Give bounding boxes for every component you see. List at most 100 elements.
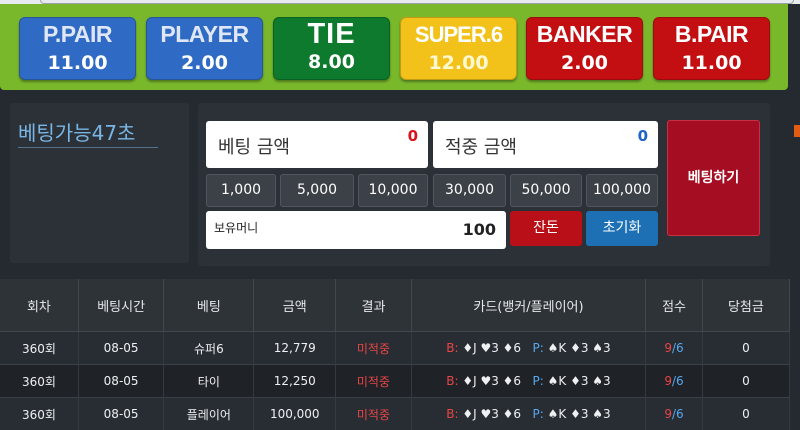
cell-prize: 0 [702,398,789,430]
bet-amount-field[interactable]: 베팅 금액 0 [206,121,428,168]
banker-cards: ♦J ♥3 ♦6 [462,374,521,388]
bet-button-player[interactable]: PLAYER 2.00 [146,17,263,80]
cell-amount: 12,250 [254,365,336,398]
cell-prize: 0 [702,365,789,398]
player-label: P: [533,407,544,421]
banker-cards: ♦J ♥3 ♦6 [462,407,521,421]
result-text: 미적중 [357,375,390,389]
win-amount-field: 적중 금액 0 [433,121,658,168]
cell-score: 9/6 [646,398,703,430]
bet-button-name: B.PAIR [653,23,770,46]
score-player: 6 [676,374,684,388]
chip-30000[interactable]: 30,000 [433,174,506,207]
cell-round: 360회 [0,332,78,365]
timer-panel: 베팅가능47초 [10,103,189,263]
cell-score: 9/6 [646,365,703,398]
betting-timer: 베팅가능47초 [18,117,135,146]
bet-history-table: 회차 베팅시간 베팅 금액 결과 카드(뱅커/플레이어) 점수 당첨금 360회… [0,279,790,430]
cell-amount: 12,779 [254,332,336,365]
bet-option-strip: P.PAIR 11.00 PLAYER 2.00 TIE 8.00 SUPER.… [0,4,788,90]
chip-50000[interactable]: 50,000 [510,174,582,207]
col-bet-time: 베팅시간 [78,279,163,332]
cell-time: 08-05 [78,398,163,430]
result-text: 미적중 [357,342,390,356]
score-banker: 9 [664,341,672,355]
bet-button-odds: 12.00 [400,54,517,73]
cell-cards: B: ♦J ♥3 ♦6 P: ♠K ♦3 ♠3 [411,365,645,398]
bet-amount-value: 0 [408,127,418,145]
chip-10000[interactable]: 10,000 [358,174,428,207]
cell-round: 360회 [0,398,78,430]
win-amount-value: 0 [638,127,648,145]
bet-button-banker-pair[interactable]: B.PAIR 11.00 [653,17,770,80]
result-text: 미적중 [357,408,390,422]
player-cards: ♠K ♦3 ♠3 [548,341,611,355]
col-result: 결과 [336,279,412,332]
bet-button-name: TIE [273,20,390,49]
balance-label: 보유머니 [214,219,258,236]
bet-button-odds: 11.00 [19,54,136,73]
cell-bet: 슈퍼6 [164,332,254,365]
bet-button-odds: 2.00 [146,54,263,73]
cell-cards: B: ♦J ♥3 ♦6 P: ♠K ♦3 ♠3 [411,332,645,365]
banker-cards: ♦J ♥3 ♦6 [462,341,521,355]
col-cards: 카드(뱅커/플레이어) [411,279,645,332]
banker-label: B: [446,374,458,388]
place-bet-button[interactable]: 베팅하기 [667,120,760,236]
bet-amount-label: 베팅 금액 [218,133,290,159]
cell-bet: 플레이어 [164,398,254,430]
score-banker: 9 [664,407,672,421]
bet-button-odds: 2.00 [526,54,643,73]
cell-round: 360회 [0,365,78,398]
bet-button-banker[interactable]: BANKER 2.00 [526,17,643,80]
chip-100000[interactable]: 100,000 [586,174,658,207]
table-header-row: 회차 베팅시간 베팅 금액 결과 카드(뱅커/플레이어) 점수 당첨금 [0,279,790,332]
timer-underline [18,147,158,148]
player-cards: ♠K ♦3 ♠3 [548,407,611,421]
cell-amount: 100,000 [254,398,336,430]
col-round: 회차 [0,279,78,332]
player-label: P: [533,374,544,388]
bet-button-super6[interactable]: SUPER.6 12.00 [400,17,517,80]
bet-button-name: PLAYER [146,23,263,46]
cell-result: 미적중 [336,365,412,398]
player-cards: ♠K ♦3 ♠3 [548,374,611,388]
balance-field: 보유머니 100 [206,211,506,249]
cell-result: 미적중 [336,332,412,365]
col-score: 점수 [646,279,703,332]
table-row: 360회 08-05 슈퍼6 12,779 미적중 B: ♦J ♥3 ♦6 P:… [0,332,790,365]
table-row: 360회 08-05 플레이어 100,000 미적중 B: ♦J ♥3 ♦6 … [0,398,790,430]
cell-result: 미적중 [336,398,412,430]
bet-button-tie[interactable]: TIE 8.00 [273,17,390,80]
cell-prize: 0 [702,332,789,365]
table-row: 360회 08-05 타이 12,250 미적중 B: ♦J ♥3 ♦6 P: … [0,365,790,398]
bet-control-panel: 베팅 금액 0 적중 금액 0 1,000 5,000 10,000 30,00… [198,103,770,266]
cell-cards: B: ♦J ♥3 ♦6 P: ♠K ♦3 ♠3 [411,398,645,430]
score-banker: 9 [664,374,672,388]
cell-time: 08-05 [78,332,163,365]
chip-1000[interactable]: 1,000 [206,174,276,207]
orange-marker [794,125,800,137]
col-amount: 금액 [254,279,336,332]
balance-value: 100 [463,220,496,239]
score-player: 6 [676,341,684,355]
cell-score: 9/6 [646,332,703,365]
banker-label: B: [446,407,458,421]
bet-button-name: P.PAIR [19,23,136,46]
cell-time: 08-05 [78,365,163,398]
banker-label: B: [446,341,458,355]
col-bet: 베팅 [164,279,254,332]
col-prize: 당첨금 [702,279,789,332]
bet-button-odds: 8.00 [273,53,390,72]
cell-bet: 타이 [164,365,254,398]
reset-button[interactable]: 초기화 [586,211,658,246]
win-amount-label: 적중 금액 [445,133,517,159]
chip-5000[interactable]: 5,000 [280,174,354,207]
bet-button-name: BANKER [526,23,643,46]
bet-button-name: SUPER.6 [400,23,517,46]
change-button[interactable]: 잔돈 [510,211,582,246]
player-label: P: [533,341,544,355]
score-player: 6 [676,407,684,421]
bet-button-odds: 11.00 [653,54,770,73]
bet-button-player-pair[interactable]: P.PAIR 11.00 [19,17,136,80]
